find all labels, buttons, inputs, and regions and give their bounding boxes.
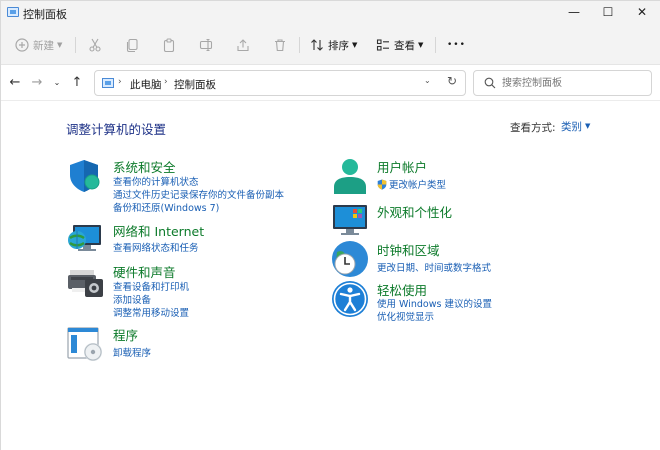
category-title[interactable]: 网络和 Internet [113,221,204,240]
maximize-button[interactable]: ☐ [591,1,625,25]
category-programs: 程序 卸载程序 [67,325,307,363]
view-by-value: 类别 [561,120,582,133]
category-link[interactable]: 更改帐户类型 [377,177,446,191]
category-link[interactable]: 调整常用移动设置 [113,305,189,319]
category-title[interactable]: 程序 [113,325,138,344]
new-button-label: 新建 [33,39,54,52]
search-input[interactable] [502,75,647,91]
address-dropdown-chevron-icon[interactable]: ⌄ [424,76,431,85]
close-button[interactable]: ✕ [625,1,659,25]
breadcrumb-separator-icon[interactable]: › [118,77,122,87]
breadcrumb-separator-icon[interactable]: › [164,77,168,87]
category-link-text: 更改帐户类型 [389,180,447,191]
view-by-dropdown[interactable]: 类别 ▼ [556,117,595,135]
navigation-bar: ← → ⌄ ↑ › 此电脑 › 控制面板 ⌄ ↻ [1,65,660,101]
category-system-security: 系统和安全 查看你的计算机状态 通过文件历史记录保存你的文件备份副本 备份和还原… [67,157,307,215]
toolbar-divider [75,37,76,53]
clipboard-icon [163,38,175,52]
more-options-button[interactable]: ••• [447,34,466,56]
up-arrow-icon[interactable]: ↑ [69,74,85,92]
sort-button[interactable]: 排序 ▼ [310,34,357,56]
scissors-icon [89,38,101,52]
cut-button[interactable] [88,34,102,56]
category-ease-of-access: 轻松使用 使用 Windows 建议的设置 优化视觉显示 [331,280,571,338]
control-panel-icon [102,78,114,88]
view-list-icon [376,39,389,51]
share-icon [237,39,249,52]
refresh-icon[interactable]: ↻ [447,74,457,88]
control-panel-icon [7,7,19,17]
share-button[interactable] [236,34,250,56]
back-arrow-icon[interactable]: ← [7,74,23,92]
category-title[interactable]: 时钟和区域 [377,240,440,259]
category-link[interactable]: 更改日期、时间或数字格式 [377,260,491,274]
clock-globe-icon [332,241,368,277]
category-user-accounts: 用户帐户 更改帐户类型 [331,157,571,195]
breadcrumb-control-panel[interactable]: 控制面板 [174,77,216,92]
category-link[interactable]: 查看你的计算机状态 [113,174,199,188]
category-link[interactable]: 卸载程序 [113,345,151,359]
recent-locations-chevron-icon[interactable]: ⌄ [49,74,65,92]
category-title[interactable]: 外观和个性化 [377,202,452,221]
breadcrumb-this-pc[interactable]: 此电脑 [130,77,162,92]
uac-shield-icon [377,179,387,190]
appearance-icon [333,205,367,235]
chevron-down-icon: ▼ [418,41,424,49]
category-link[interactable]: 优化视觉显示 [377,309,434,323]
category-link[interactable]: 通过文件历史记录保存你的文件备份副本 [113,187,284,201]
category-link[interactable]: 备份和还原(Windows 7) [113,200,219,214]
view-by-label: 查看方式: [510,122,556,134]
plus-circle-icon [15,38,29,52]
forward-arrow-icon[interactable]: → [29,74,45,92]
category-network-internet: 网络和 Internet 查看网络状态和任务 [67,221,307,257]
view-button[interactable]: 查看 ▼ [376,34,423,56]
control-panel-window: 控制面板 — ☐ ✕ 新建 ▼ 排序 ▼ 查看 ▼ ••• ← → ⌄ ↑ › … [0,0,660,450]
category-link[interactable]: 查看网络状态和任务 [113,240,199,254]
new-button[interactable]: 新建 ▼ [15,34,62,56]
toolbar-divider [435,37,436,53]
category-appearance: 外观和个性化 [331,202,571,240]
category-link[interactable]: 添加设备 [113,292,151,306]
user-icon [334,159,366,194]
shield-icon [70,160,100,192]
toolbar-divider [299,37,300,53]
chevron-down-icon: ▼ [352,41,358,49]
sort-button-label: 排序 [328,39,349,52]
main-content: 调整计算机的设置 查看方式: 类别 ▼ 系统和安全 查看你的计算机状态 通过文件… [1,101,660,450]
rename-button[interactable] [199,34,213,56]
sort-icon [311,39,323,51]
category-link[interactable]: 使用 Windows 建议的设置 [377,296,492,310]
page-title: 调整计算机的设置 [66,122,167,137]
chevron-down-icon: ▼ [585,122,591,130]
command-bar: 新建 ▼ 排序 ▼ 查看 ▼ ••• [1,25,660,65]
rename-icon [199,38,213,52]
trash-icon [275,39,285,52]
copy-button[interactable] [125,34,139,56]
category-hardware-sound: 硬件和声音 查看设备和打印机 添加设备 调整常用移动设置 [67,262,307,320]
programs-icon [67,327,102,361]
printer-icon [68,270,103,297]
category-title[interactable]: 用户帐户 [377,157,427,176]
view-button-label: 查看 [394,39,415,52]
title-bar: 控制面板 — ☐ ✕ [1,1,660,25]
copy-icon [126,38,138,52]
search-icon [484,77,496,89]
accessibility-icon [332,281,368,317]
window-title: 控制面板 [23,8,67,21]
search-box[interactable] [473,70,652,96]
paste-button[interactable] [162,34,176,56]
delete-button[interactable] [273,34,287,56]
category-link[interactable]: 查看设备和打印机 [113,279,189,293]
category-clock-region: 时钟和区域 更改日期、时间或数字格式 [331,240,571,278]
minimize-button[interactable]: — [557,1,591,25]
address-bar[interactable]: › 此电脑 › 控制面板 ⌄ ↻ [94,70,466,96]
chevron-down-icon: ▼ [57,41,63,49]
globe-network-icon [68,225,101,251]
